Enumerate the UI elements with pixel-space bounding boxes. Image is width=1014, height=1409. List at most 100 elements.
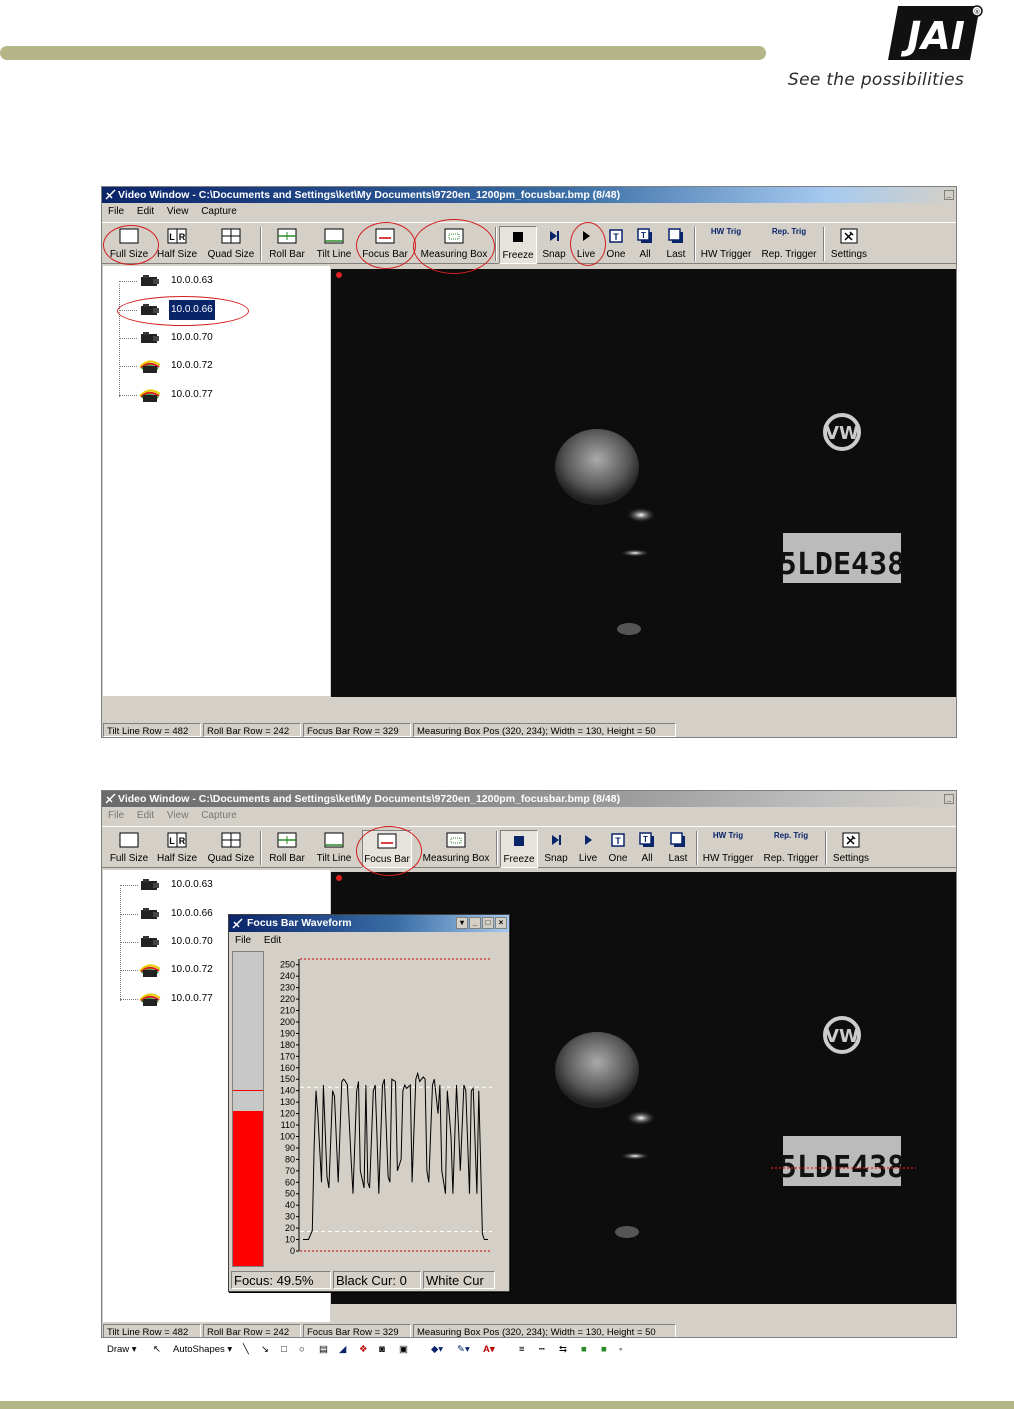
menu-file[interactable]: File: [108, 206, 124, 217]
extra-icon[interactable]: ▪: [619, 1343, 622, 1357]
stop-icon: [514, 836, 524, 846]
shadow-icon[interactable]: ■: [581, 1343, 587, 1357]
menu-edit[interactable]: Edit: [137, 206, 154, 217]
full-size-button[interactable]: Full Size: [106, 830, 152, 868]
y-tick-label: 190: [280, 1028, 295, 1038]
settings-icon: [842, 832, 860, 848]
freeze-button[interactable]: Freeze: [499, 226, 537, 264]
minimize-button[interactable]: _: [944, 794, 954, 804]
minimize-button[interactable]: _: [944, 190, 954, 200]
snap-button[interactable]: Snap: [541, 830, 571, 868]
tilt-line-button[interactable]: Tilt Line: [312, 226, 356, 264]
y-tick-label: 80: [285, 1154, 295, 1164]
maximize-button[interactable]: □: [482, 917, 494, 929]
annotation-circle: [570, 222, 606, 266]
window-title: Video Window - C:\Documents and Settings…: [118, 189, 621, 201]
svg-text:JAI: JAI: [900, 14, 965, 58]
settings-button[interactable]: Settings: [827, 226, 871, 264]
quad-size-button[interactable]: Quad Size: [206, 226, 256, 264]
clipart-icon[interactable]: ◙: [379, 1343, 385, 1357]
camera-color-icon: [139, 964, 161, 977]
status-measuring-box: Measuring Box Pos (320, 234); Width = 13…: [413, 1324, 676, 1337]
rectangle-icon[interactable]: □: [281, 1343, 287, 1357]
all-button[interactable]: T All: [634, 830, 660, 868]
font-color-icon[interactable]: A▾: [483, 1343, 495, 1357]
menu-edit[interactable]: Edit: [264, 935, 281, 946]
footer-accent-bar: [0, 1401, 1014, 1409]
select-arrow-icon[interactable]: ↖: [153, 1343, 161, 1357]
fill-color-icon[interactable]: ◆▾: [431, 1343, 443, 1357]
snap-button[interactable]: Snap: [539, 226, 569, 264]
menu-view[interactable]: View: [167, 810, 189, 821]
camera-icon: [141, 908, 159, 919]
half-size-button[interactable]: LR Half Size: [154, 226, 200, 264]
camera-icon: [141, 275, 159, 286]
tilt-line-button[interactable]: Tilt Line: [312, 830, 356, 868]
y-tick-label: 210: [280, 1006, 295, 1016]
line-color-icon[interactable]: ✎▾: [457, 1343, 470, 1357]
menu-edit[interactable]: Edit: [137, 810, 154, 821]
menu-capture[interactable]: Capture: [201, 810, 237, 821]
app-icon: [105, 793, 116, 804]
menu-file[interactable]: File: [108, 810, 124, 821]
trigger-one-icon: T: [611, 833, 625, 847]
svg-text:T: T: [643, 835, 648, 844]
y-tick-label: 50: [285, 1189, 295, 1199]
roll-bar-button[interactable]: Roll Bar: [265, 226, 309, 264]
svg-text:5LDE438: 5LDE438: [779, 1150, 905, 1185]
one-button[interactable]: T One: [602, 226, 630, 264]
menu-file[interactable]: File: [235, 935, 251, 946]
half-size-button[interactable]: LR Half Size: [154, 830, 200, 868]
menu-view[interactable]: View: [167, 206, 189, 217]
wordart-icon[interactable]: ◢: [339, 1343, 346, 1357]
textbox-icon[interactable]: ▤: [319, 1343, 328, 1357]
measuring-box-button[interactable]: Measuring Box: [418, 830, 494, 868]
menu-capture[interactable]: Capture: [201, 206, 237, 217]
window-title-bar: Video Window - C:\Documents and Settings…: [102, 791, 956, 807]
focus-level-meter: [232, 951, 264, 1267]
trigger-one-icon: T: [609, 229, 623, 243]
y-tick-label: 60: [285, 1177, 295, 1187]
autoshapes-menu[interactable]: AutoShapes ▾: [173, 1343, 232, 1357]
settings-button[interactable]: Settings: [829, 830, 873, 868]
settings-icon: [840, 228, 858, 244]
dash-style-icon[interactable]: ┅: [539, 1343, 545, 1357]
line-style-icon[interactable]: ≡: [519, 1343, 525, 1357]
minimize-button[interactable]: _: [469, 917, 481, 929]
arrow-icon[interactable]: ↘: [261, 1343, 269, 1357]
last-button[interactable]: Last: [664, 830, 692, 868]
line-icon[interactable]: ╲: [243, 1343, 249, 1357]
picture-icon[interactable]: ▣: [399, 1343, 408, 1357]
svg-text:L: L: [169, 836, 175, 846]
window-title-bar: Video Window - C:\Documents and Settings…: [102, 187, 956, 203]
system-menu-button[interactable]: ▾: [456, 917, 468, 929]
all-button[interactable]: T All: [632, 226, 658, 264]
hw-trigger-button[interactable]: HW Trig HW Trigger: [698, 226, 754, 264]
toolbar-separator: [260, 227, 262, 261]
y-tick-label: 220: [280, 994, 295, 1004]
last-button[interactable]: Last: [662, 226, 690, 264]
y-tick-label: 20: [285, 1223, 295, 1233]
hw-trigger-button[interactable]: HW Trig HW Trigger: [700, 830, 756, 868]
freeze-button[interactable]: Freeze: [500, 830, 538, 868]
one-button[interactable]: T One: [604, 830, 632, 868]
roll-bar-button[interactable]: Roll Bar: [265, 830, 309, 868]
diagram-icon[interactable]: ❖: [359, 1343, 368, 1357]
toolbar-separator: [825, 831, 827, 865]
video-display[interactable]: VW 5LDE438: [331, 269, 956, 697]
rep-trigger-button[interactable]: Rep. Trig Rep. Trigger: [762, 830, 820, 868]
close-button[interactable]: ×: [495, 917, 507, 929]
camera-color-icon: [139, 360, 161, 373]
oval-icon[interactable]: ○: [299, 1343, 305, 1357]
focus-bar-waveform-window[interactable]: Focus Bar Waveform ▾ _ □ × File Edit 0 10…: [228, 914, 510, 1292]
3d-icon[interactable]: ■: [601, 1343, 607, 1357]
camera-icon: [141, 936, 159, 947]
live-button[interactable]: Live: [574, 830, 602, 868]
draw-menu[interactable]: Draw ▾: [107, 1343, 137, 1357]
rep-trigger-button[interactable]: Rep. Trig Rep. Trigger: [760, 226, 818, 264]
y-tick-label: 250: [280, 960, 295, 970]
quad-size-button[interactable]: Quad Size: [206, 830, 256, 868]
y-tick-label: 180: [280, 1040, 295, 1050]
arrow-style-icon[interactable]: ⇆: [559, 1343, 567, 1357]
menu-bar: File Edit View Capture: [102, 204, 956, 220]
